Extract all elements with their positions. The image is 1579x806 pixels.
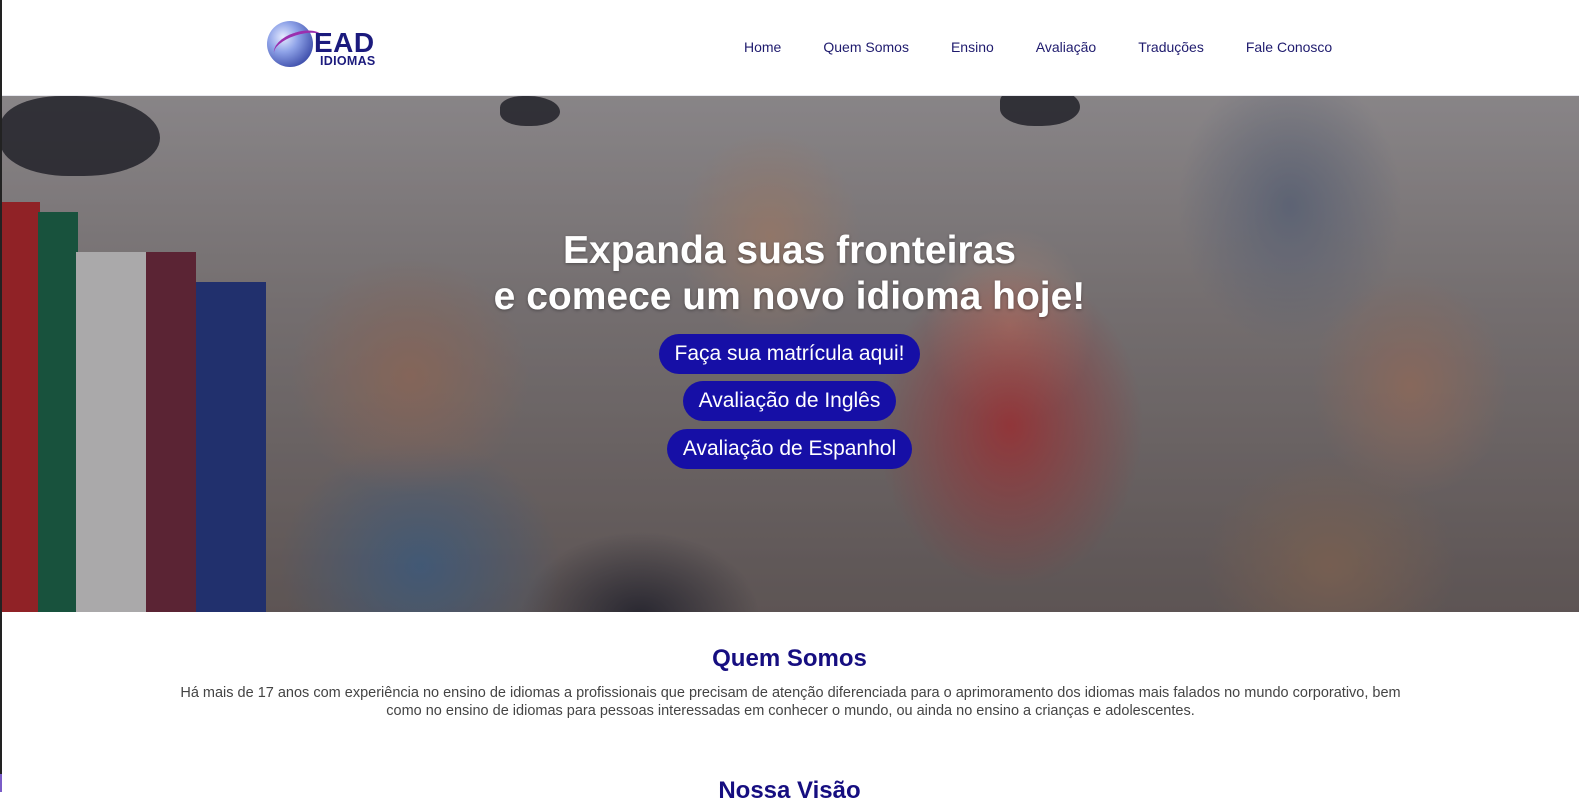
hero-banner: Expanda suas fronteiras e comece um novo… — [0, 96, 1579, 612]
english-assessment-button[interactable]: Avaliação de Inglês — [682, 381, 897, 421]
spanish-assessment-button[interactable]: Avaliação de Espanhol — [666, 429, 913, 469]
site-header: EAD IDIOMAS Home Quem Somos Ensino Avali… — [0, 0, 1579, 96]
hero-title-line2: e comece um novo idioma hoje! — [493, 275, 1086, 318]
nav-quem-somos[interactable]: Quem Somos — [823, 38, 909, 56]
nav-home[interactable]: Home — [744, 38, 781, 56]
vision-title: Nossa Visão — [718, 777, 861, 804]
hero-title-line1: Expanda suas fronteiras — [563, 229, 1016, 272]
nav-fale-conosco[interactable]: Fale Conosco — [1246, 38, 1332, 56]
about-title: Quem Somos — [712, 645, 867, 672]
brand-logo[interactable]: EAD IDIOMAS — [267, 20, 392, 70]
nav-traducoes[interactable]: Traduções — [1138, 38, 1204, 56]
main-nav: Home Quem Somos Ensino Avaliação Traduçõ… — [744, 38, 1332, 56]
nav-ensino[interactable]: Ensino — [951, 38, 994, 56]
nav-avaliacao[interactable]: Avaliação — [1036, 38, 1096, 56]
left-edge-rule — [0, 0, 2, 792]
about-text: Há mais de 17 anos com experiência no en… — [180, 685, 1401, 719]
enroll-button[interactable]: Faça sua matrícula aqui! — [658, 334, 921, 374]
left-edge-accent — [0, 774, 2, 792]
brand-subtitle: IDIOMAS — [320, 54, 376, 68]
brand-name: EAD — [314, 27, 375, 58]
